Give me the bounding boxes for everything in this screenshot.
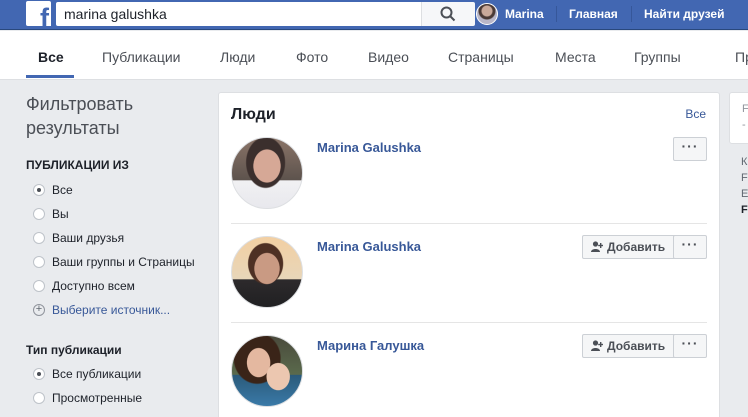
search-tabs: Все Публикации Люди Фото Видео Страницы … xyxy=(0,31,748,80)
choose-source-link[interactable]: + Выберите источник... xyxy=(33,303,170,317)
search-button[interactable] xyxy=(421,2,475,26)
add-friend-label: Добавить xyxy=(607,339,666,353)
filter-option-all-posts[interactable]: Все публикации xyxy=(33,367,141,381)
right-panel-text: F xyxy=(741,204,748,216)
radio-icon xyxy=(33,280,45,292)
see-all-link[interactable]: Все xyxy=(685,107,706,121)
tab-posts[interactable]: Публикации xyxy=(102,49,180,65)
option-label: Вы xyxy=(52,207,69,221)
person-name-link[interactable]: Марина Галушка xyxy=(317,338,424,353)
people-results-card: Люди Все Marina Galushka ··· Marina Galu… xyxy=(218,92,720,417)
radio-checked-icon xyxy=(33,368,45,380)
facebook-logo-icon[interactable]: f xyxy=(26,1,51,26)
option-label: Все публикации xyxy=(52,367,142,381)
add-friend-button[interactable]: Добавить xyxy=(582,235,679,259)
tab-pages[interactable]: Страницы xyxy=(448,49,514,65)
active-tab-indicator xyxy=(26,75,74,78)
filter-option-all[interactable]: Все xyxy=(33,183,73,197)
filter-option-public[interactable]: Доступно всем xyxy=(33,279,135,293)
filter-option-groups-pages[interactable]: Ваши группы и Страницы xyxy=(33,255,195,269)
divider xyxy=(231,223,707,224)
find-friends-link[interactable]: Найти друзей xyxy=(644,7,724,21)
right-panel-text: E xyxy=(741,188,748,200)
profile-link[interactable]: Marina xyxy=(476,2,544,26)
option-label: Выберите источник... xyxy=(52,303,171,317)
tab-all[interactable]: Все xyxy=(38,49,64,65)
right-panel-text: F xyxy=(741,172,748,184)
avatar[interactable] xyxy=(231,236,303,308)
filter-option-viewed[interactable]: Просмотренные xyxy=(33,391,142,405)
add-friend-label: Добавить xyxy=(607,240,666,254)
option-label: Ваши друзья xyxy=(52,231,125,245)
radio-icon xyxy=(33,256,45,268)
right-panel-text: К xyxy=(741,156,748,168)
filter-title: Фильтровать результаты xyxy=(26,94,134,138)
avatar[interactable] xyxy=(231,335,303,407)
option-label: Все xyxy=(52,183,73,197)
filter-option-friends[interactable]: Ваши друзья xyxy=(33,231,124,245)
radio-icon xyxy=(33,392,45,404)
radio-checked-icon xyxy=(33,184,45,196)
right-card-text: F xyxy=(742,103,748,115)
tab-photos[interactable]: Фото xyxy=(296,49,328,65)
more-options-button[interactable]: ··· xyxy=(673,235,707,259)
right-card-text: - xyxy=(742,119,746,131)
more-options-button[interactable]: ··· xyxy=(673,137,707,161)
search-input[interactable]: marina galushka xyxy=(56,2,421,26)
people-heading: Люди xyxy=(231,106,276,123)
posts-from-heading: ПУБЛИКАЦИИ ИЗ xyxy=(26,158,129,172)
avatar[interactable] xyxy=(231,137,303,209)
tab-places[interactable]: Места xyxy=(555,49,596,65)
add-friend-icon xyxy=(591,340,603,351)
option-label: Просмотренные xyxy=(52,391,143,405)
avatar xyxy=(476,3,498,25)
add-friend-icon xyxy=(591,241,603,252)
person-name-link[interactable]: Marina Galushka xyxy=(317,140,421,155)
tab-groups[interactable]: Группы xyxy=(634,49,681,65)
tab-people[interactable]: Люди xyxy=(220,49,255,65)
divider xyxy=(231,322,707,323)
tab-apps[interactable]: При xyxy=(735,49,748,65)
profile-name: Marina xyxy=(505,7,544,21)
post-type-heading: Тип публикации xyxy=(26,343,122,357)
right-side-card: F - xyxy=(729,92,748,144)
top-navigation-bar: f marina galushka Marina Главная Найти д… xyxy=(0,0,748,30)
add-friend-button[interactable]: Добавить xyxy=(582,334,679,358)
radio-icon xyxy=(33,232,45,244)
tab-videos[interactable]: Видео xyxy=(368,49,409,65)
divider xyxy=(556,6,557,22)
plus-circle-icon: + xyxy=(33,304,45,316)
option-label: Доступно всем xyxy=(52,279,135,293)
more-options-button[interactable]: ··· xyxy=(673,334,707,358)
home-link[interactable]: Главная xyxy=(569,7,618,21)
option-label: Ваши группы и Страницы xyxy=(52,255,195,269)
filter-option-you[interactable]: Вы xyxy=(33,207,69,221)
divider xyxy=(631,6,632,22)
search-icon xyxy=(440,6,456,22)
radio-icon xyxy=(33,208,45,220)
person-name-link[interactable]: Marina Galushka xyxy=(317,239,421,254)
